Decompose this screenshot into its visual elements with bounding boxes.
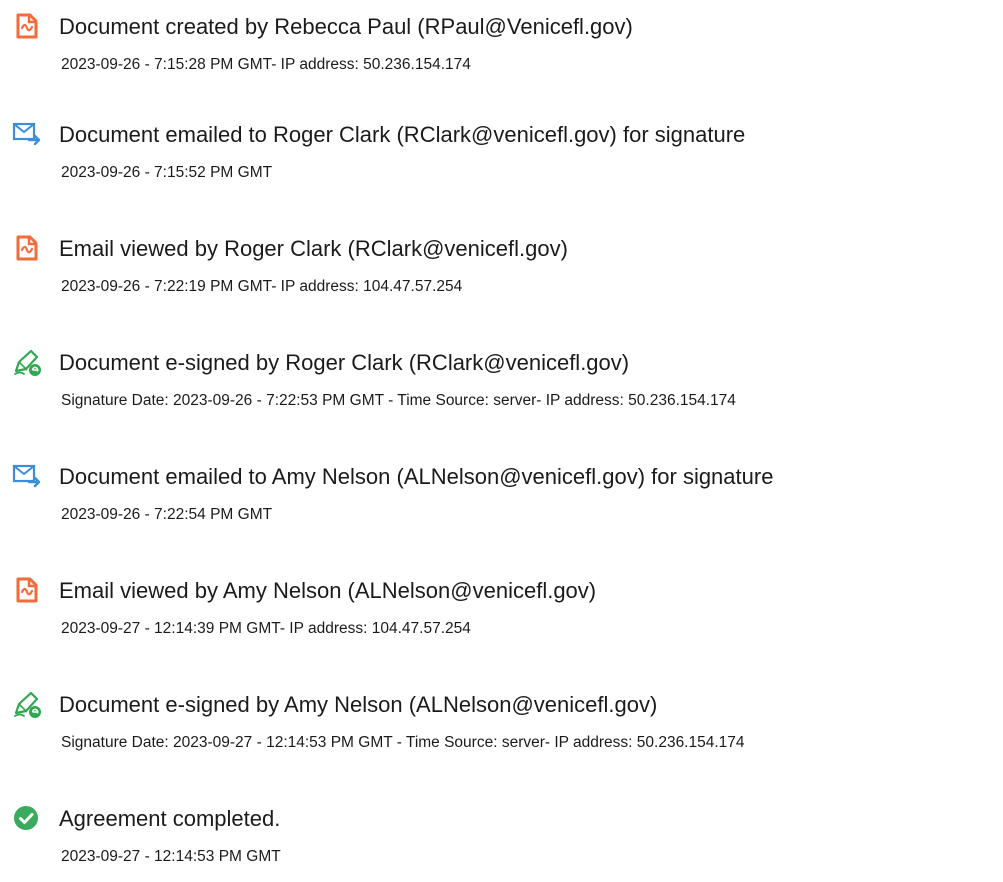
event-detail: 2023-09-27 - 12:14:53 PM GMT xyxy=(61,848,281,865)
email-send-icon xyxy=(12,119,42,149)
event-title: Document e-signed by Amy Nelson (ALNelso… xyxy=(59,692,658,717)
audit-event: Document emailed to Amy Nelson (ALNelson… xyxy=(0,460,1003,540)
event-title: Document created by Rebecca Paul (RPaul@… xyxy=(59,14,633,39)
audit-event: Document emailed to Roger Clark (RClark@… xyxy=(0,118,1003,198)
event-detail: 2023-09-26 - 7:15:28 PM GMT- IP address:… xyxy=(61,56,471,73)
audit-event: Document e-signed by Amy Nelson (ALNelso… xyxy=(0,688,1003,768)
event-title: Document e-signed by Roger Clark (RClark… xyxy=(59,350,630,375)
email-send-icon xyxy=(12,461,42,491)
pen-sign-icon xyxy=(12,347,42,377)
event-detail: 2023-09-27 - 12:14:39 PM GMT- IP address… xyxy=(61,620,471,637)
audit-event: Email viewed by Roger Clark (RClark@veni… xyxy=(0,232,1003,312)
event-detail: 2023-09-26 - 7:15:52 PM GMT xyxy=(61,164,273,181)
pen-sign-icon xyxy=(12,689,42,719)
document-icon xyxy=(12,575,42,605)
event-title: Document emailed to Roger Clark (RClark@… xyxy=(59,122,746,147)
audit-event: Document e-signed by Roger Clark (RClark… xyxy=(0,346,1003,426)
audit-event: Document created by Rebecca Paul (RPaul@… xyxy=(0,10,1003,90)
audit-event: Email viewed by Amy Nelson (ALNelson@ven… xyxy=(0,574,1003,654)
checkmark-circle-icon xyxy=(12,803,42,833)
event-detail: Signature Date: 2023-09-26 - 7:22:53 PM … xyxy=(61,392,736,409)
document-icon xyxy=(12,233,42,263)
document-icon xyxy=(12,11,42,41)
event-detail: Signature Date: 2023-09-27 - 12:14:53 PM… xyxy=(61,734,745,751)
audit-event: Agreement completed. 2023-09-27 - 12:14:… xyxy=(0,802,1003,882)
event-title: Email viewed by Amy Nelson (ALNelson@ven… xyxy=(59,578,597,603)
event-detail: 2023-09-26 - 7:22:19 PM GMT- IP address:… xyxy=(61,278,463,295)
event-detail: 2023-09-26 - 7:22:54 PM GMT xyxy=(61,506,273,523)
event-title: Email viewed by Roger Clark (RClark@veni… xyxy=(59,236,568,261)
event-title: Document emailed to Amy Nelson (ALNelson… xyxy=(59,464,774,489)
event-title: Agreement completed. xyxy=(59,806,281,831)
